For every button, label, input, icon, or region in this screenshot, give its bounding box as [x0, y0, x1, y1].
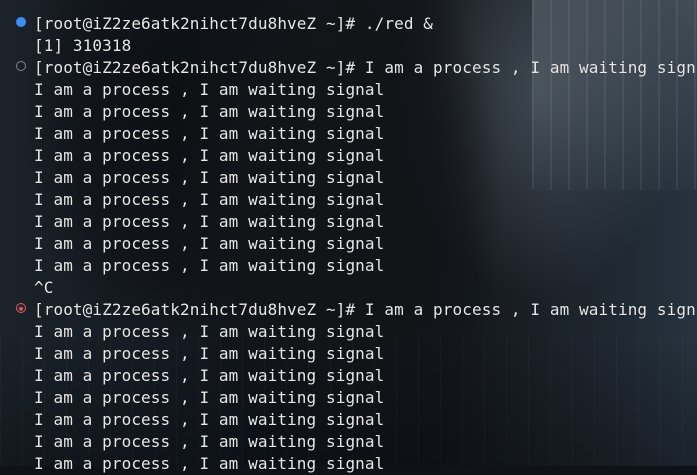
output-line: I am a process , I am waiting signal — [34, 344, 385, 363]
output-line: I am a process , I am waiting signal — [34, 80, 385, 99]
output-line: I am a process , I am waiting signal — [34, 146, 385, 165]
output-line: I am a process , I am waiting signal — [34, 124, 385, 143]
output-line: I am a process , I am waiting signal — [34, 234, 385, 253]
error-circle-icon — [16, 303, 26, 313]
output-line: I am a process , I am waiting signal — [34, 322, 385, 341]
interrupt-line: ^C — [34, 278, 54, 297]
terminal-window[interactable]: [root@iZ2ze6atk2nihct7du8hveZ ~]# ./red … — [0, 0, 697, 473]
output-line: I am a process , I am waiting signal — [34, 256, 385, 275]
output-line: I am a process , I am waiting signal — [34, 366, 385, 385]
output-line: I am a process , I am waiting signal — [34, 454, 385, 473]
job-id-line: [1] 310318 — [34, 36, 132, 55]
hollow-circle-icon — [16, 61, 26, 71]
output-line: I am a process , I am waiting signal — [34, 212, 385, 231]
output-line: I am a process , I am waiting signal — [34, 410, 385, 429]
output-line: I am a process , I am waiting signal — [34, 168, 385, 187]
blue-dot-icon — [16, 17, 26, 27]
command-line-3[interactable]: [root@iZ2ze6atk2nihct7du8hveZ ~]# I am a… — [34, 299, 697, 321]
output-line: I am a process , I am waiting signal — [34, 190, 385, 209]
command-line-1[interactable]: [root@iZ2ze6atk2nihct7du8hveZ ~]# ./red … — [34, 13, 433, 35]
command-line-2[interactable]: [root@iZ2ze6atk2nihct7du8hveZ ~]# I am a… — [34, 57, 697, 79]
output-line: I am a process , I am waiting signal — [34, 432, 385, 451]
output-line: I am a process , I am waiting signal — [34, 102, 385, 121]
output-line: I am a process , I am waiting signal — [34, 388, 385, 407]
